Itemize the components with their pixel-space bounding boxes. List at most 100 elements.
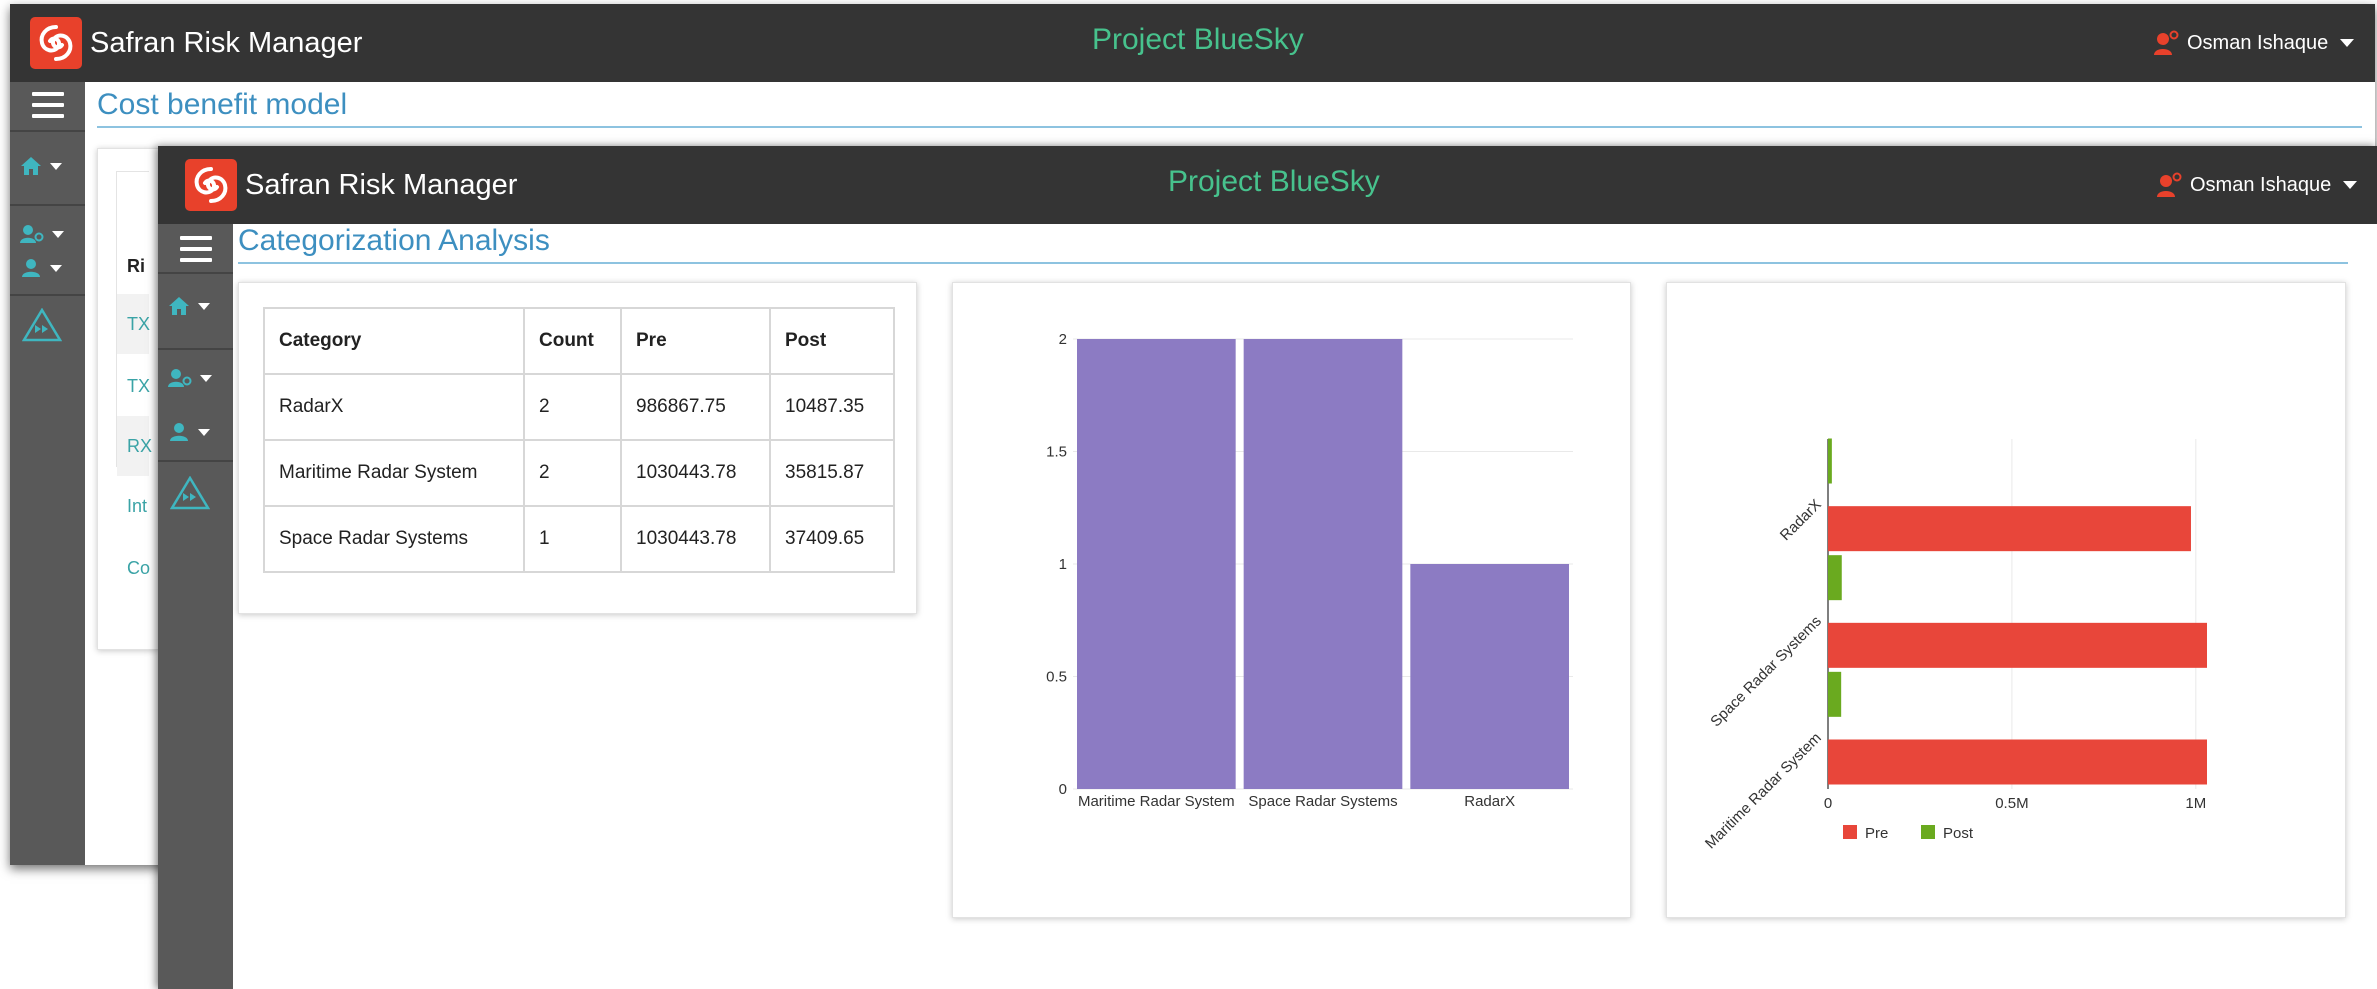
table-row-link[interactable]: Int — [127, 496, 147, 517]
cost-benefit-table: Ri TX TX RX Int Co — [116, 171, 152, 578]
x-tick-label: 0 — [1824, 795, 1832, 812]
category-table-card: Category Count Pre Post RadarX 2 986867.… — [238, 282, 917, 614]
home-icon — [21, 157, 41, 175]
legend-label: Pre — [1865, 825, 1888, 842]
users-icon — [170, 423, 188, 441]
x-tick-label: 1M — [2185, 795, 2206, 812]
chevron-down-icon — [50, 162, 62, 170]
sidebar-divider — [10, 130, 85, 132]
cell-count: 2 — [523, 373, 622, 441]
cell-pre: 986867.75 — [620, 373, 771, 441]
table-row[interactable]: Maritime Radar System 2 1030443.78 35815… — [263, 439, 895, 507]
cost-benefit-card: Ri TX TX RX Int Co — [97, 148, 159, 650]
cell-count: 1 — [523, 505, 622, 573]
sidebar-item-home[interactable] — [20, 156, 62, 176]
category-table: Category Count Pre Post RadarX 2 986867.… — [263, 307, 895, 573]
cell-category: Maritime Radar System — [263, 439, 525, 507]
chevron-down-icon — [2343, 181, 2358, 189]
user-alert-icon — [2154, 30, 2179, 55]
y-tick-label: 1.5 — [1046, 444, 1067, 461]
count-chart-card: 0 0.5 1 1.5 2 Maritime Radar System Space Rada… — [952, 282, 1631, 918]
hamburger-icon[interactable] — [180, 236, 212, 262]
title-underline — [238, 262, 2348, 264]
brand-name: Safran Risk Manager — [245, 168, 518, 201]
sidebar-item-triangle[interactable] — [22, 308, 62, 342]
y-tick-label: 2 — [1059, 331, 1067, 348]
project-name: Project BlueSky — [1092, 23, 1304, 56]
user-menu[interactable]: Osman Ishaque — [2153, 30, 2355, 56]
sidebar-item-users[interactable] — [20, 258, 62, 278]
home-icon — [169, 297, 189, 315]
y-tick-label: 1 — [1059, 556, 1067, 573]
y-tick-label: RadarX — [1777, 496, 1825, 544]
top-navbar: Safran Risk Manager Project BlueSky Osma… — [10, 4, 2375, 82]
forward-triangle-icon — [170, 476, 210, 510]
cell-count: 2 — [523, 439, 622, 507]
chevron-down-icon — [50, 264, 62, 272]
project-name: Project BlueSky — [1168, 165, 1380, 198]
legend-swatch — [1921, 825, 1935, 839]
x-tick-label: RadarX — [1464, 793, 1515, 810]
legend-label: Post — [1943, 825, 1974, 842]
user-name: Osman Ishaque — [2190, 173, 2332, 196]
bar-pre — [1828, 622, 2207, 668]
pre-post-chart-card: 0 0.5M 1M Maritime Radar System Space Radar … — [1666, 282, 2346, 918]
x-tick-label: Maritime Radar System — [1078, 793, 1235, 810]
column-header-post[interactable]: Post — [769, 307, 895, 375]
cell-post: 35815.87 — [769, 439, 895, 507]
sidebar-divider — [10, 294, 85, 296]
page-title: Categorization Analysis — [238, 224, 550, 257]
sidebar-item-user-settings[interactable] — [20, 224, 64, 244]
page-title: Cost benefit model — [97, 88, 348, 121]
sidebar-item-triangle[interactable] — [170, 476, 210, 510]
column-header-pre[interactable]: Pre — [620, 307, 771, 375]
safran-logo-icon — [30, 17, 82, 69]
table-row[interactable]: RadarX 2 986867.75 10487.35 — [263, 373, 895, 441]
cell-pre: 1030443.78 — [620, 505, 771, 573]
sidebar-divider — [10, 204, 85, 206]
y-tick-label: 0 — [1059, 781, 1067, 798]
sidebar — [158, 224, 233, 989]
table-header-row: Category Count Pre Post — [263, 307, 895, 375]
count-bar-chart: 0 0.5 1 1.5 2 Maritime Radar System Space Rada… — [1046, 331, 1573, 810]
cell-post: 10487.35 — [769, 373, 895, 441]
title-underline — [97, 126, 2362, 128]
sidebar-item-home[interactable] — [168, 296, 210, 316]
bar — [1243, 339, 1403, 789]
sidebar-item-user-settings[interactable] — [168, 368, 212, 388]
table-row-link[interactable]: RX — [127, 436, 152, 457]
table-row-link[interactable]: TX — [127, 314, 150, 335]
column-header-count[interactable]: Count — [523, 307, 622, 375]
chevron-down-icon — [200, 374, 212, 382]
bar — [1410, 564, 1569, 789]
y-tick-label: Space Radar Systems — [1707, 613, 1825, 731]
user-name: Osman Ishaque — [2187, 31, 2329, 54]
sidebar-item-users[interactable] — [168, 422, 210, 442]
bar-post — [1828, 555, 1842, 601]
column-header-category[interactable]: Category — [263, 307, 525, 375]
pre-post-bar-chart: 0 0.5M 1M Maritime Radar SystemSpace Radar … — [1702, 438, 2207, 852]
sidebar-divider — [158, 272, 233, 274]
bar-pre — [1828, 739, 2207, 785]
table-row[interactable]: Space Radar Systems 1 1030443.78 37409.6… — [263, 505, 895, 573]
chevron-down-icon — [198, 302, 210, 310]
user-settings-icon — [20, 225, 44, 243]
table-header-fragment: Ri — [127, 256, 145, 276]
x-tick-label: Space Radar Systems — [1248, 793, 1397, 810]
bar — [1077, 339, 1236, 789]
table-row-link[interactable]: TX — [127, 376, 150, 397]
cell-category: Space Radar Systems — [263, 505, 525, 573]
bar-post — [1828, 438, 1832, 484]
top-navbar: Safran Risk Manager Project BlueSky Osma… — [158, 146, 2377, 224]
cell-pre: 1030443.78 — [620, 439, 771, 507]
users-icon — [22, 259, 40, 277]
table-row-link[interactable]: Co — [127, 558, 150, 579]
brand[interactable]: Safran Risk Manager — [30, 4, 362, 82]
hamburger-icon[interactable] — [32, 92, 64, 118]
brand[interactable]: Safran Risk Manager — [185, 146, 517, 224]
brand-name: Safran Risk Manager — [90, 26, 363, 59]
user-menu[interactable]: Osman Ishaque — [2156, 172, 2358, 198]
sidebar-divider — [158, 460, 233, 462]
cell-post: 37409.65 — [769, 505, 895, 573]
user-settings-icon — [168, 369, 192, 387]
